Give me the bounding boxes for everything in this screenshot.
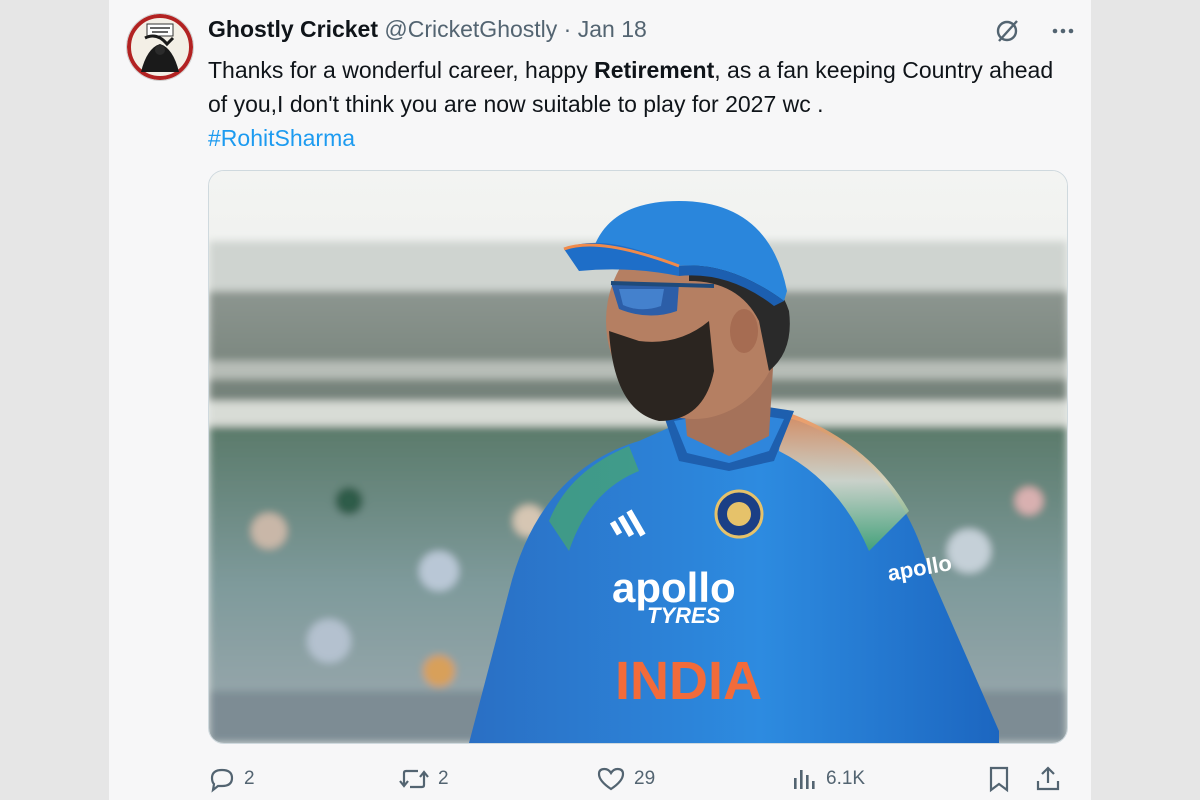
views-button[interactable]: 6.1K — [790, 762, 865, 796]
tweet-date[interactable]: Jan 18 — [578, 16, 647, 42]
hashtag-link[interactable]: #RohitSharma — [208, 125, 355, 151]
views-count: 6.1K — [826, 768, 866, 789]
tweet-actions: 2 2 29 6.1K — [208, 762, 1066, 796]
retweet-button[interactable]: 2 — [398, 762, 449, 796]
share-icon — [1036, 766, 1060, 791]
retweet-count: 2 — [438, 768, 449, 789]
tweet-media[interactable]: apollo TYRES INDIA apollo — [208, 170, 1068, 744]
retweet-icon — [399, 769, 429, 789]
avatar-image — [127, 14, 193, 80]
like-count: 29 — [634, 768, 656, 789]
share-button[interactable] — [1034, 762, 1062, 796]
like-icon — [597, 767, 625, 791]
author-handle[interactable]: @CricketGhostly — [384, 16, 557, 42]
reply-icon — [210, 768, 234, 793]
bookmark-button[interactable] — [986, 762, 1012, 796]
bookmark-icon — [989, 766, 1009, 793]
tweet-text: Thanks for a wonderful career, happy Ret… — [208, 53, 1078, 155]
jersey-country: INDIA — [615, 651, 762, 711]
like-button[interactable]: 29 — [596, 762, 655, 796]
separator: · — [563, 16, 572, 42]
reply-button[interactable]: 2 — [208, 762, 255, 796]
tweet-header: Ghostly Cricket @CricketGhostly · Jan 18 — [208, 16, 647, 43]
reply-count: 2 — [244, 768, 255, 789]
grok-button[interactable] — [990, 16, 1024, 46]
views-icon — [794, 770, 815, 789]
tweet-text-part1: Thanks for a wonderful career, happy — [208, 57, 595, 83]
grok-icon — [996, 20, 1018, 42]
more-button[interactable] — [1046, 16, 1080, 46]
author-name[interactable]: Ghostly Cricket — [208, 16, 378, 42]
tweet-top-actions — [990, 16, 1080, 46]
player-photo: apollo TYRES INDIA apollo — [209, 171, 1067, 743]
avatar[interactable] — [127, 14, 193, 80]
tweet-text-bold: Retirement — [594, 57, 715, 83]
jersey-sponsor-sub: TYRES — [647, 603, 721, 628]
more-icon — [1052, 28, 1074, 34]
